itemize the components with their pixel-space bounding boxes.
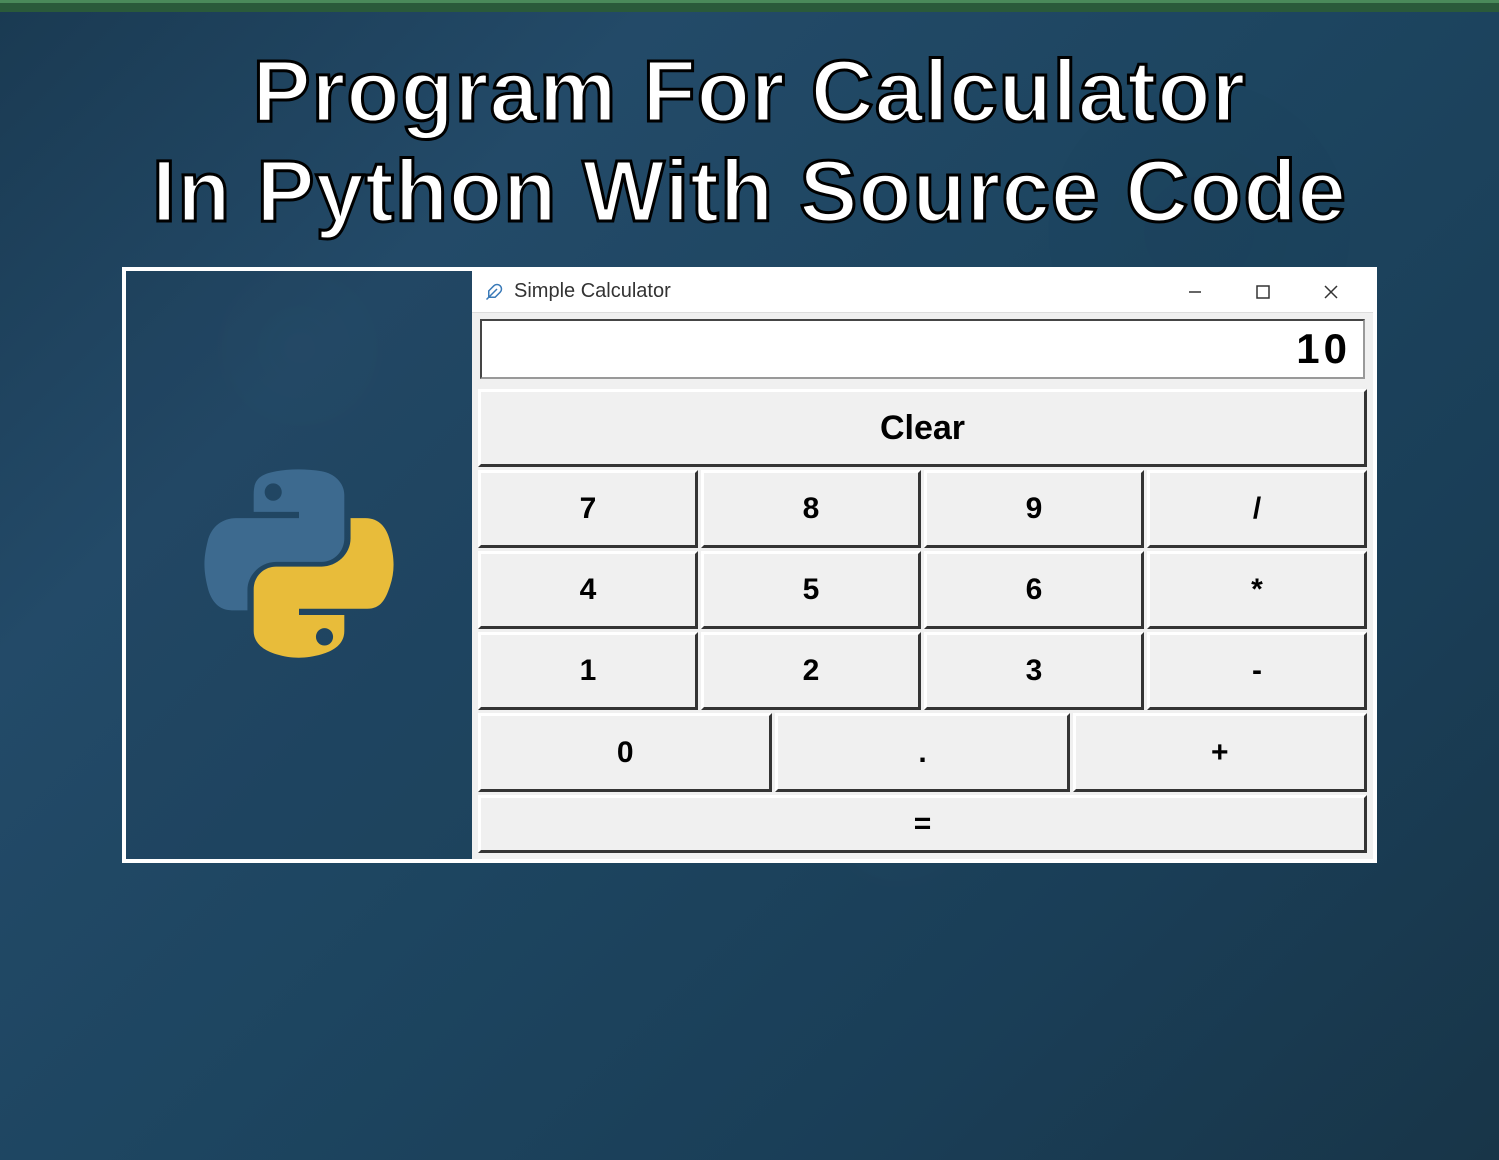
window-titlebar: Simple Calculator (472, 271, 1373, 313)
top-border-bar (0, 0, 1499, 12)
close-button[interactable] (1311, 272, 1351, 312)
digit-5-button[interactable]: 5 (701, 551, 921, 629)
digit-3-button[interactable]: 3 (924, 632, 1144, 710)
equals-button[interactable]: = (478, 795, 1367, 854)
minimize-button[interactable] (1175, 272, 1215, 312)
subtract-button[interactable]: - (1147, 632, 1367, 710)
decimal-button[interactable]: . (775, 713, 1069, 791)
digit-6-button[interactable]: 6 (924, 551, 1144, 629)
window-title: Simple Calculator (514, 280, 1175, 303)
python-logo-panel (126, 271, 472, 859)
multiply-button[interactable]: * (1147, 551, 1367, 629)
heading-line-2: In Python With Source Code (0, 142, 1499, 242)
digit-1-button[interactable]: 1 (478, 632, 698, 710)
feather-icon (484, 282, 504, 302)
digit-7-button[interactable]: 7 (478, 470, 698, 548)
maximize-button[interactable] (1243, 272, 1283, 312)
clear-button[interactable]: Clear (478, 389, 1367, 467)
display-container (472, 313, 1373, 385)
heading-line-1: Program For Calculator (0, 42, 1499, 142)
python-logo-icon (199, 465, 399, 665)
page-heading: Program For Calculator In Python With So… (0, 12, 1499, 242)
digit-8-button[interactable]: 8 (701, 470, 921, 548)
digit-9-button[interactable]: 9 (924, 470, 1144, 548)
divide-button[interactable]: / (1147, 470, 1367, 548)
add-button[interactable]: + (1073, 713, 1367, 791)
calculator-display[interactable] (480, 319, 1365, 379)
button-grid: Clear 7 8 9 / 4 5 6 * 1 2 3 - (472, 385, 1373, 859)
window-controls (1175, 272, 1373, 312)
digit-2-button[interactable]: 2 (701, 632, 921, 710)
main-panel: Simple Calculator Clear (122, 267, 1377, 863)
digit-4-button[interactable]: 4 (478, 551, 698, 629)
digit-0-button[interactable]: 0 (478, 713, 772, 791)
calculator-window: Simple Calculator Clear (472, 271, 1373, 859)
